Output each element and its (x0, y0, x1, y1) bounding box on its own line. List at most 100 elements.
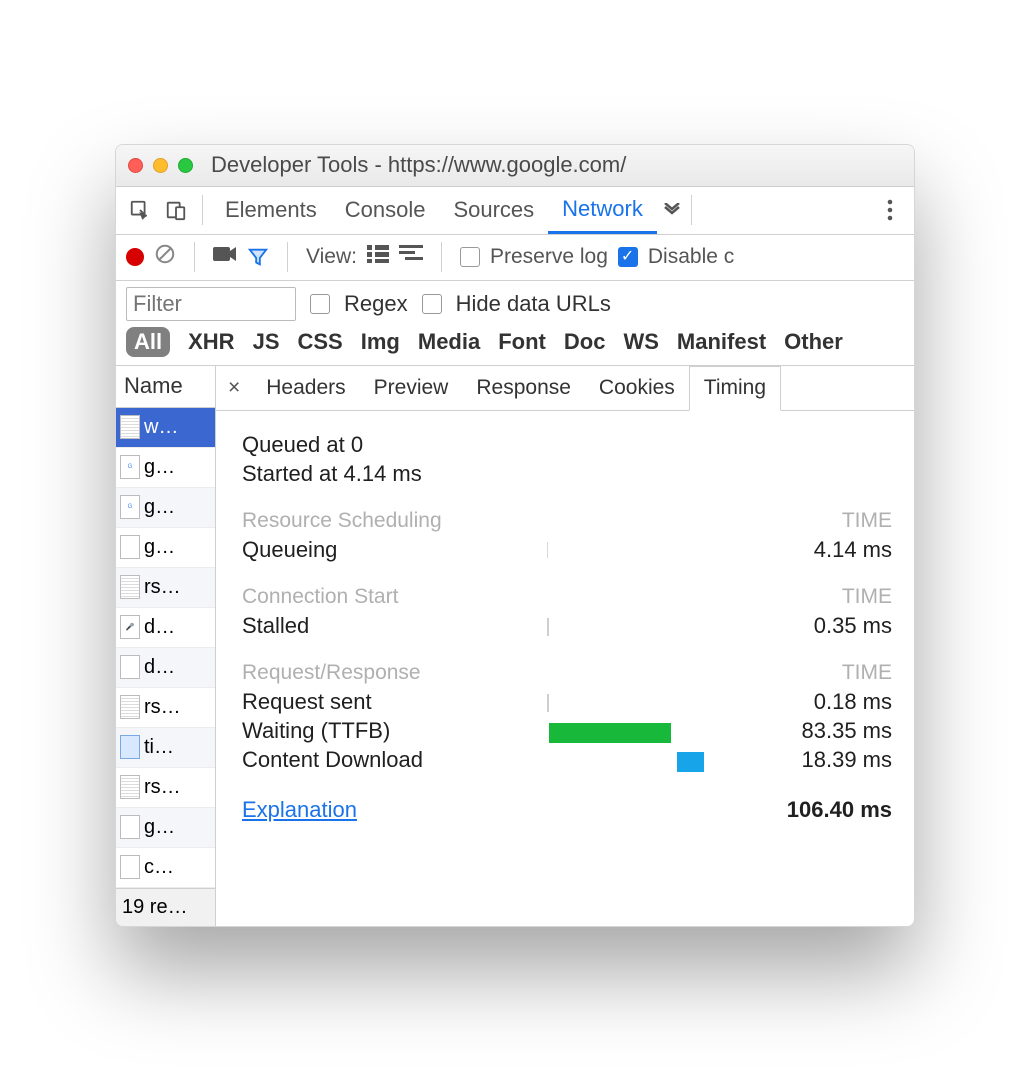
main-tabs: Elements Console Sources Network (116, 187, 914, 235)
regex-label: Regex (344, 291, 408, 317)
hide-data-urls-checkbox[interactable] (422, 294, 442, 314)
request-row[interactable]: ti… (116, 728, 215, 768)
timing-bar (547, 615, 762, 637)
timing-metric-value: 18.39 ms (762, 747, 892, 773)
request-row[interactable]: g… (116, 808, 215, 848)
kebab-menu-icon[interactable] (872, 199, 908, 221)
disable-cache-checkbox[interactable] (618, 247, 638, 267)
section-title: Connection Start (242, 585, 398, 609)
tab-sources[interactable]: Sources (439, 186, 548, 234)
timing-row: Request sent 0.18 ms (242, 689, 892, 715)
section-time-header: TIME (842, 509, 892, 533)
screenshot-icon[interactable] (213, 245, 237, 269)
filter-ws[interactable]: WS (623, 329, 658, 355)
timing-metric-value: 0.18 ms (762, 689, 892, 715)
close-window-icon[interactable] (128, 158, 143, 173)
separator (441, 242, 442, 272)
timing-bar (547, 539, 762, 561)
filter-all[interactable]: All (126, 327, 170, 357)
dtab-headers[interactable]: Headers (252, 365, 359, 410)
request-list-header[interactable]: Name (116, 366, 215, 408)
timing-metric-label: Request sent (242, 689, 547, 715)
request-row[interactable]: c… (116, 848, 215, 888)
hide-data-urls-label: Hide data URLs (456, 291, 611, 317)
request-row[interactable]: Gg… (116, 488, 215, 528)
filter-img[interactable]: Img (361, 329, 400, 355)
request-row[interactable]: w… (116, 408, 215, 448)
timing-total: 106.40 ms (787, 797, 892, 823)
request-name: rs… (144, 696, 181, 719)
timing-row: Stalled0.35 ms (242, 613, 892, 639)
tab-console[interactable]: Console (331, 186, 440, 234)
type-filters: All XHR JS CSS Img Media Font Doc WS Man… (116, 323, 914, 366)
tab-network[interactable]: Network (548, 186, 657, 234)
window-controls (128, 158, 193, 173)
record-button[interactable] (126, 248, 144, 266)
request-row[interactable]: Gg… (116, 448, 215, 488)
request-name: g… (144, 536, 175, 559)
timing-section: Resource Scheduling TIME Queueing4.14 ms (242, 509, 892, 563)
separator (691, 195, 692, 225)
filter-icon[interactable] (247, 246, 269, 268)
section-time-header: TIME (842, 585, 892, 609)
large-rows-icon[interactable] (367, 245, 389, 269)
dtab-response[interactable]: Response (462, 365, 585, 410)
filter-manifest[interactable]: Manifest (677, 329, 766, 355)
timing-row: Queueing4.14 ms (242, 537, 892, 563)
dtab-cookies[interactable]: Cookies (585, 365, 689, 410)
dtab-preview[interactable]: Preview (360, 365, 463, 410)
view-label: View: (306, 245, 357, 269)
minimize-window-icon[interactable] (153, 158, 168, 173)
filter-doc[interactable]: Doc (564, 329, 606, 355)
timing-metric-label: Queueing (242, 537, 547, 563)
request-row[interactable]: d… (116, 648, 215, 688)
request-row[interactable]: g… (116, 528, 215, 568)
maximize-window-icon[interactable] (178, 158, 193, 173)
request-list: Name w…Gg…Gg…g…rs…🎤d…d…rs…ti…rs…g…c… 19 … (116, 366, 216, 926)
filter-css[interactable]: CSS (298, 329, 343, 355)
clear-icon[interactable] (154, 243, 176, 271)
timing-section: Request/ResponseTIMERequest sent0.18 msW… (242, 661, 892, 773)
more-tabs-icon[interactable] (661, 197, 683, 223)
detail-tabs: × Headers Preview Response Cookies Timin… (216, 366, 914, 411)
filter-js[interactable]: JS (253, 329, 280, 355)
request-detail: × Headers Preview Response Cookies Timin… (216, 366, 914, 926)
filter-xhr[interactable]: XHR (188, 329, 234, 355)
request-name: rs… (144, 776, 181, 799)
regex-checkbox[interactable] (310, 294, 330, 314)
filter-other[interactable]: Other (784, 329, 843, 355)
timing-section: Connection Start TIME Stalled0.35 ms (242, 585, 892, 639)
timing-row: Waiting (TTFB)83.35 ms (242, 718, 892, 744)
request-name: ti… (144, 736, 174, 759)
request-name: g… (144, 456, 175, 479)
explanation-link[interactable]: Explanation (242, 797, 357, 823)
timing-row: Content Download 18.39 ms (242, 747, 892, 773)
request-row[interactable]: rs… (116, 768, 215, 808)
timing-metric-label: Waiting (TTFB) (242, 718, 547, 744)
filter-media[interactable]: Media (418, 329, 480, 355)
network-toolbar: View: Preserve log Disable c (116, 235, 914, 281)
request-row[interactable]: 🎤d… (116, 608, 215, 648)
timing-metric-label: Stalled (242, 613, 547, 639)
overview-icon[interactable] (399, 245, 423, 269)
request-row[interactable]: rs… (116, 568, 215, 608)
preserve-log-checkbox[interactable] (460, 247, 480, 267)
dtab-timing[interactable]: Timing (689, 366, 781, 411)
timing-panel: Queued at 0 Started at 4.14 ms Resource … (216, 411, 914, 926)
section-title: Resource Scheduling (242, 509, 442, 533)
titlebar: Developer Tools - https://www.google.com… (116, 145, 914, 187)
device-toolbar-icon[interactable] (158, 199, 194, 221)
timing-bar (547, 720, 762, 742)
tab-elements[interactable]: Elements (211, 186, 331, 234)
timing-metric-label: Content Download (242, 747, 547, 773)
filter-font[interactable]: Font (498, 329, 546, 355)
preserve-log-label: Preserve log (490, 245, 608, 269)
close-detail-icon[interactable]: × (216, 376, 252, 400)
request-name: c… (144, 856, 174, 879)
filter-input[interactable] (126, 287, 296, 321)
request-name: rs… (144, 576, 181, 599)
inspect-element-icon[interactable] (122, 199, 158, 221)
request-row[interactable]: rs… (116, 688, 215, 728)
queued-at: Queued at 0 (242, 432, 892, 458)
request-name: g… (144, 816, 175, 839)
